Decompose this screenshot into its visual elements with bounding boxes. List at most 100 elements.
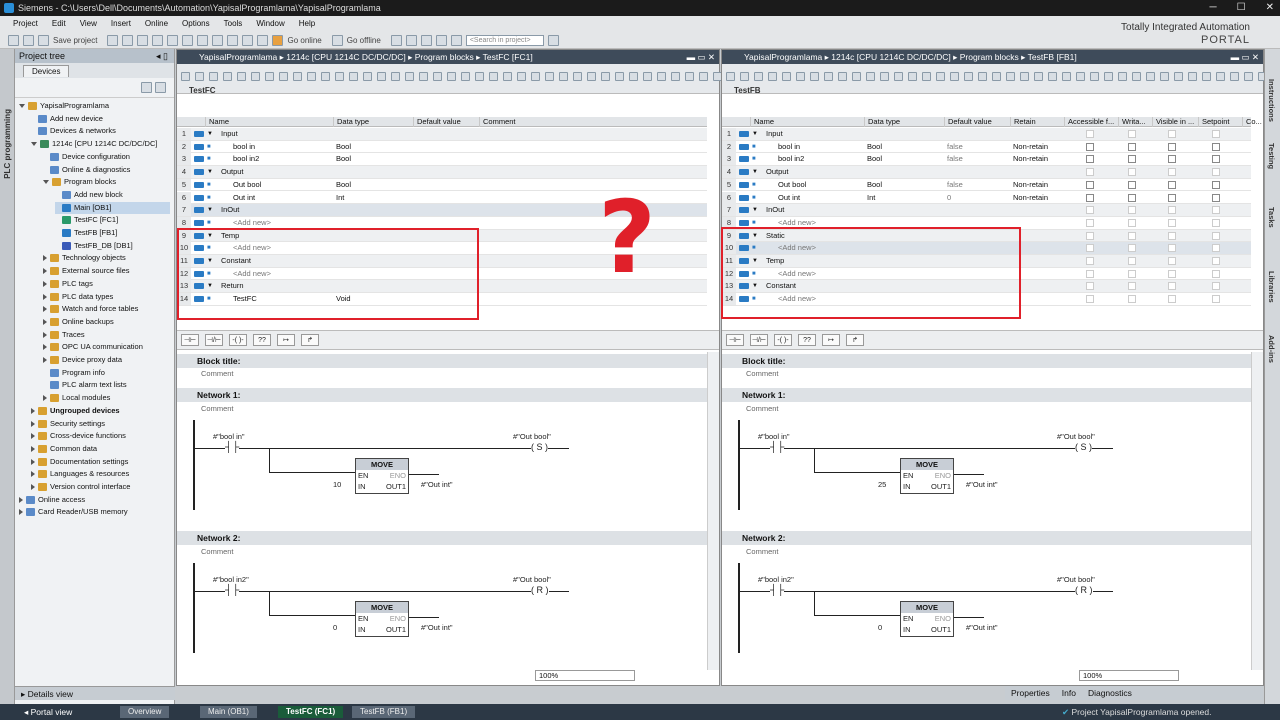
checkbox[interactable] [1086, 180, 1094, 189]
block-tool-icon[interactable] [643, 72, 652, 81]
checkbox[interactable] [1168, 257, 1176, 265]
menu-insert[interactable]: Insert [104, 16, 138, 32]
tab-main-ob1[interactable]: Main (OB1) [200, 706, 257, 718]
checkbox[interactable] [1212, 193, 1220, 202]
tree-item[interactable]: External source files [43, 265, 170, 277]
portal-view-button[interactable]: ◂ Portal view [24, 704, 72, 720]
block-tool-icon[interactable] [1090, 72, 1099, 81]
zoom-select[interactable]: 100% [535, 670, 635, 681]
block-tool-icon[interactable] [796, 72, 805, 81]
checkbox[interactable] [1086, 130, 1094, 138]
member-data-type[interactable]: Bool [336, 141, 351, 153]
open-branch-icon[interactable]: ↦ [822, 334, 840, 346]
tree-item[interactable]: Program info [43, 367, 170, 379]
tree-item[interactable]: Add new device [31, 113, 170, 125]
chevron-right-icon[interactable] [43, 318, 47, 325]
checkbox[interactable] [1212, 168, 1220, 177]
move-out-tag[interactable]: #"Out int" [966, 480, 998, 489]
menu-view[interactable]: View [73, 16, 104, 32]
move-in-value[interactable]: 0 [333, 623, 337, 632]
close-branch-icon[interactable]: ↱ [301, 334, 319, 346]
tree-item[interactable]: Watch and force tables [43, 303, 170, 315]
tab-devices[interactable]: Devices [23, 65, 70, 77]
table-row[interactable]: 3 ■ bool in2 Bool false Non-retain [722, 153, 1251, 167]
checkbox[interactable] [1086, 142, 1094, 151]
block-tool-icon[interactable] [517, 72, 526, 81]
collapse-panel-icon[interactable]: ◂ ▯ [156, 49, 168, 63]
contact-tag[interactable]: #"bool in2" [758, 575, 794, 584]
checkbox[interactable] [1168, 218, 1176, 227]
checkbox[interactable] [1128, 130, 1136, 138]
chevron-right-icon[interactable] [19, 509, 23, 516]
checkbox[interactable] [1212, 180, 1220, 189]
block-tool-icon[interactable] [629, 72, 638, 81]
checkbox[interactable] [1212, 142, 1220, 151]
contact-tag[interactable]: #"bool in2" [213, 575, 249, 584]
tree-item[interactable]: Main [OB1] [55, 201, 170, 214]
checkbox[interactable] [1086, 218, 1094, 227]
block-tool-icon[interactable] [181, 72, 190, 81]
block-tool-icon[interactable] [601, 72, 610, 81]
block-tool-icon[interactable] [559, 72, 568, 81]
block-tool-icon[interactable] [1146, 72, 1155, 81]
network-2-comment[interactable]: Comment [746, 547, 779, 556]
network-2-title[interactable]: Network 2: [742, 533, 785, 543]
close-branch-icon[interactable]: ↱ [846, 334, 864, 346]
block-tool-icon[interactable] [433, 72, 442, 81]
checkbox[interactable] [1168, 269, 1176, 278]
member-default-value[interactable]: false [947, 179, 963, 191]
checkbox[interactable] [1168, 206, 1176, 215]
member-name[interactable]: bool in [778, 141, 800, 153]
chevron-right-icon[interactable] [31, 420, 35, 427]
block-tool-icon[interactable] [894, 72, 903, 81]
overview-icon[interactable] [155, 82, 166, 93]
block-tool-icon[interactable] [279, 72, 288, 81]
checkbox[interactable] [1212, 155, 1220, 164]
tab-testfc-fc1[interactable]: TestFC (FC1) [278, 706, 344, 718]
table-row[interactable]: 4 ▼ Output [722, 166, 1251, 179]
menu-help[interactable]: Help [292, 16, 322, 32]
maximize-icon[interactable]: ☐ [1237, 0, 1246, 16]
block-tool-icon[interactable] [1076, 72, 1085, 81]
save-icon[interactable] [38, 34, 49, 46]
contact-tag[interactable]: #"bool in" [758, 432, 790, 441]
member-name[interactable]: Out bool [778, 179, 806, 191]
coil-icon[interactable]: -( )- [229, 334, 247, 346]
details-view-bar[interactable]: ▸ Details view [15, 686, 175, 700]
move-instruction-box[interactable]: MOVE EN ENO IN OUT1 [355, 458, 409, 494]
checkbox[interactable] [1086, 295, 1094, 304]
tree-item[interactable]: Device configuration [43, 151, 170, 163]
chevron-right-icon[interactable] [43, 306, 47, 313]
chevron-right-icon[interactable] [31, 471, 35, 478]
contact-nc-icon[interactable]: ⊣/⊢ [750, 334, 768, 346]
fc-window-controls-icon[interactable]: ▬ ▭ ✕ [687, 50, 715, 64]
block-tool-icon[interactable] [1230, 72, 1239, 81]
tree-item[interactable]: Common data [31, 443, 170, 455]
column-header[interactable]: Writa... [1118, 117, 1152, 127]
contact-no-icon[interactable]: ⊣⊢ [726, 334, 744, 346]
menu-online[interactable]: Online [138, 16, 175, 32]
move-in-value[interactable]: 0 [878, 623, 882, 632]
chevron-down-icon[interactable]: ▼ [752, 166, 758, 178]
chevron-right-icon[interactable] [43, 395, 47, 402]
menu-edit[interactable]: Edit [45, 16, 73, 32]
block-comment[interactable]: Comment [746, 369, 779, 378]
column-header[interactable]: Co... [1242, 117, 1262, 127]
checkbox[interactable] [1086, 168, 1094, 177]
member-name[interactable]: Out int [233, 192, 255, 204]
block-tool-icon[interactable] [1062, 72, 1071, 81]
task-card-instructions[interactable]: Instructions [1267, 79, 1276, 122]
network-1-comment[interactable]: Comment [746, 404, 779, 413]
chevron-right-icon[interactable] [43, 293, 47, 300]
member-default-value[interactable]: false [947, 141, 963, 153]
block-tool-icon[interactable] [838, 72, 847, 81]
block-tool-icon[interactable] [1048, 72, 1057, 81]
checkbox[interactable] [1128, 282, 1136, 291]
contact-symbol-icon[interactable]: ┤├ [225, 442, 240, 453]
member-data-type[interactable]: Bool [867, 179, 882, 191]
block-title-label[interactable]: Block title: [742, 356, 785, 366]
block-tool-icon[interactable] [447, 72, 456, 81]
network-1-title[interactable]: Network 1: [742, 390, 785, 400]
block-tool-icon[interactable] [671, 72, 680, 81]
block-tool-icon[interactable] [880, 72, 889, 81]
